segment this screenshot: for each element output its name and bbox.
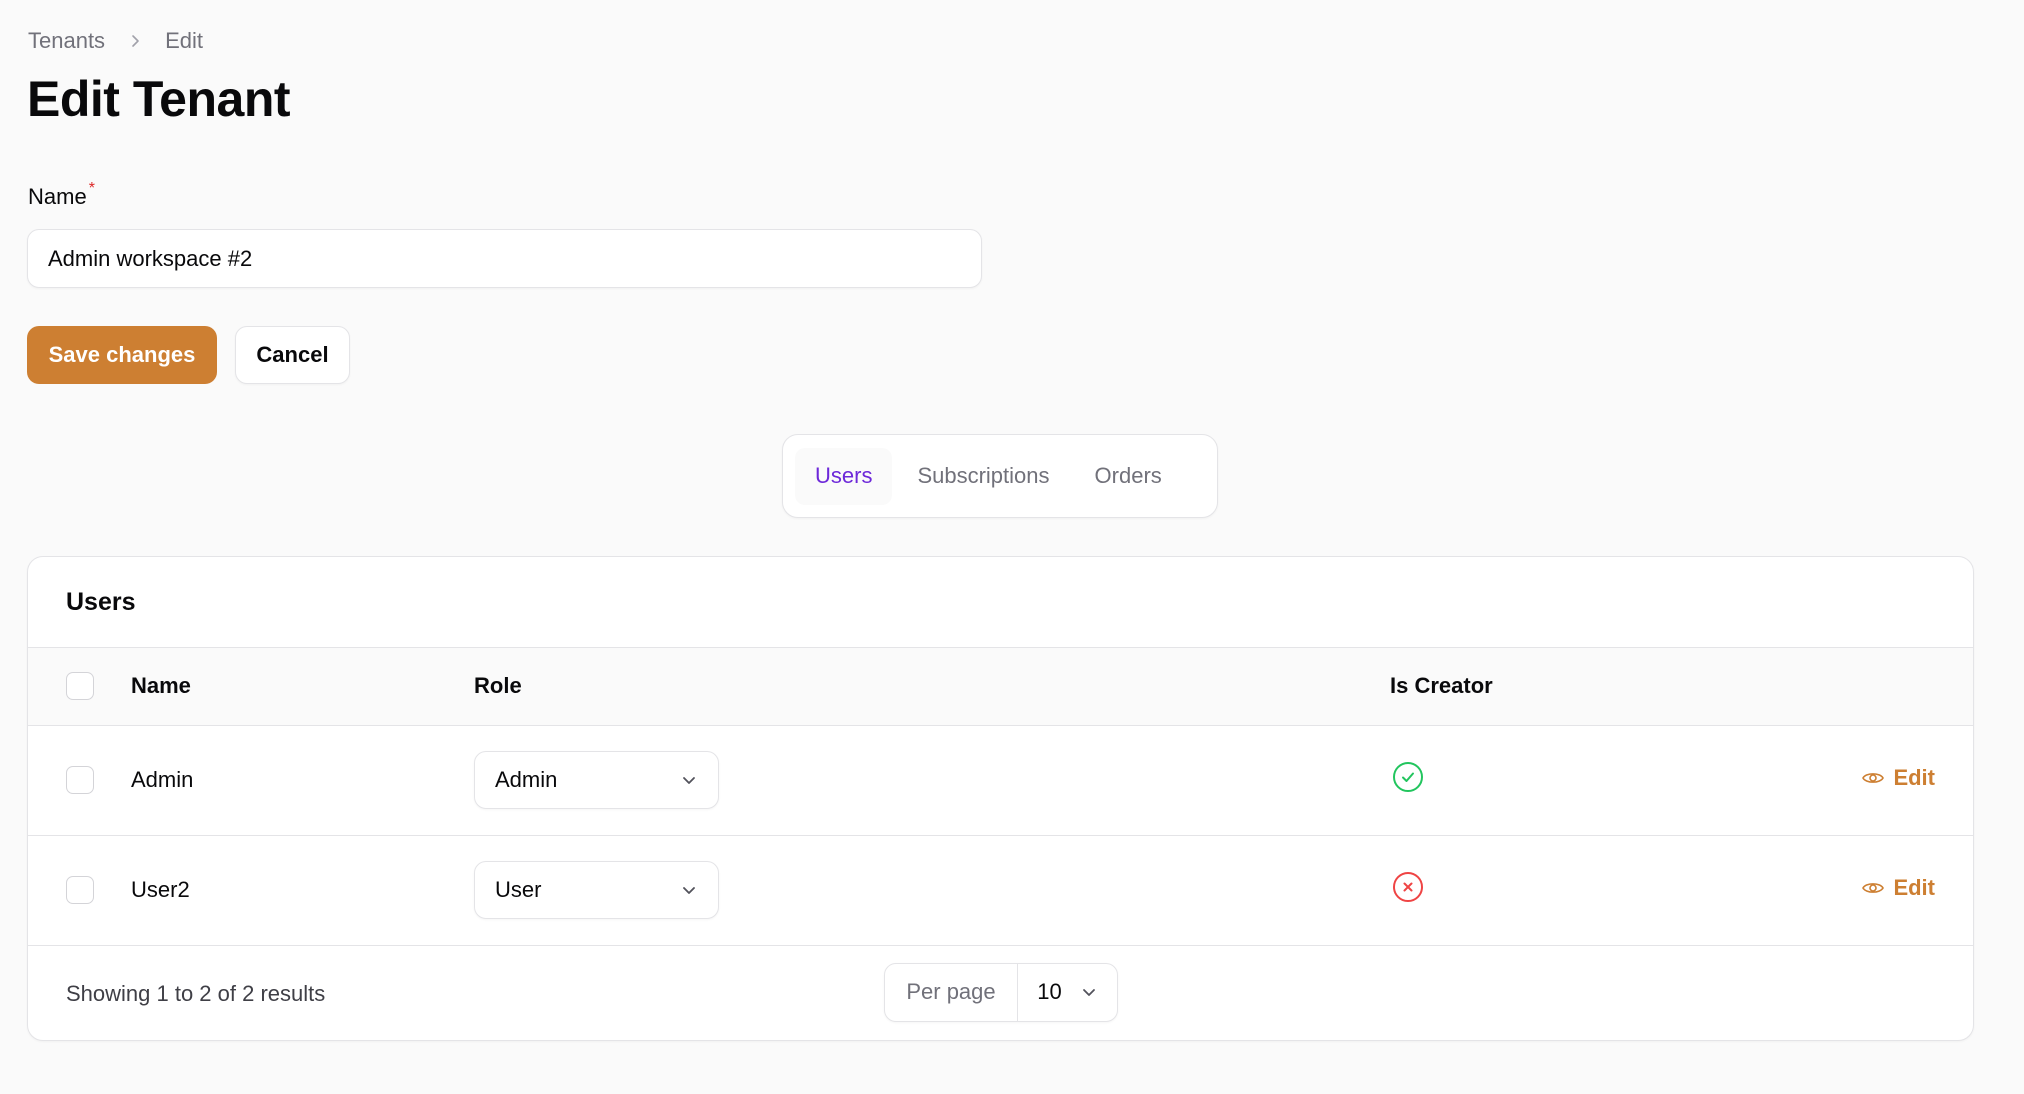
chevron-right-icon (129, 34, 143, 48)
role-select[interactable]: User (474, 861, 719, 919)
cancel-button[interactable]: Cancel (235, 326, 350, 384)
column-header-is-creator: Is Creator (1390, 673, 1493, 699)
users-table: Name Role Is Creator Admin Admin Edit Us… (28, 648, 1973, 946)
table-row: Admin Admin Edit (28, 725, 1973, 835)
role-select-value: Admin (495, 767, 558, 792)
column-header-role: Role (474, 673, 522, 699)
name-field-label: Name * (28, 180, 95, 210)
chevron-down-icon (683, 777, 695, 784)
table-row: User2 User Edit (28, 835, 1973, 945)
users-table-title: Users (28, 557, 1973, 648)
tab-users[interactable]: Users (795, 447, 893, 505)
eye-icon (1862, 882, 1885, 893)
name-input[interactable] (27, 229, 982, 288)
select-all-checkbox[interactable] (66, 672, 94, 701)
name-label-text: Name (28, 184, 87, 209)
chevron-down-icon (1082, 989, 1095, 996)
eye-icon (1862, 772, 1885, 783)
breadcrumb: Tenants Edit (28, 28, 203, 54)
tab-subscriptions[interactable]: Subscriptions (897, 448, 1069, 505)
per-page-value-control[interactable]: 10 (1018, 979, 1117, 1005)
column-header-actions (1790, 648, 1973, 725)
role-select[interactable]: Admin (474, 751, 719, 809)
chevron-down-icon (683, 887, 695, 894)
edit-link-label: Edit (1893, 874, 1935, 900)
tab-orders[interactable]: Orders (1075, 448, 1182, 505)
role-select-value: User (495, 877, 542, 902)
user-name: Admin (131, 767, 194, 792)
users-table-card: Users Name Role Is Creator Admin Admin E… (27, 556, 1974, 1041)
breadcrumb-item-edit: Edit (165, 28, 203, 53)
user-name: User2 (131, 877, 190, 902)
per-page-select[interactable]: Per page 10 (884, 962, 1118, 1022)
row-checkbox[interactable] (66, 876, 94, 905)
edit-user-link[interactable]: Edit (1861, 765, 1935, 791)
table-footer: Showing 1 to 2 of 2 results Per page 10 (28, 946, 1973, 1041)
save-changes-button[interactable]: Save changes (27, 326, 217, 384)
relation-tabs: Users Subscriptions Orders (782, 434, 1218, 518)
x-circle-icon (1393, 872, 1423, 902)
required-marker: * (88, 180, 95, 197)
page-title: Edit Tenant (27, 71, 291, 127)
pagination-summary: Showing 1 to 2 of 2 results (66, 981, 326, 1006)
edit-user-link[interactable]: Edit (1861, 875, 1935, 901)
edit-link-label: Edit (1893, 764, 1935, 790)
check-circle-icon (1393, 762, 1423, 792)
table-header-row: Name Role Is Creator (28, 648, 1973, 725)
per-page-value: 10 (1037, 979, 1062, 1004)
breadcrumb-item-tenants[interactable]: Tenants (28, 28, 105, 54)
row-checkbox[interactable] (66, 766, 94, 795)
per-page-label: Per page (885, 963, 1018, 1021)
column-header-name[interactable]: Name (131, 648, 474, 725)
